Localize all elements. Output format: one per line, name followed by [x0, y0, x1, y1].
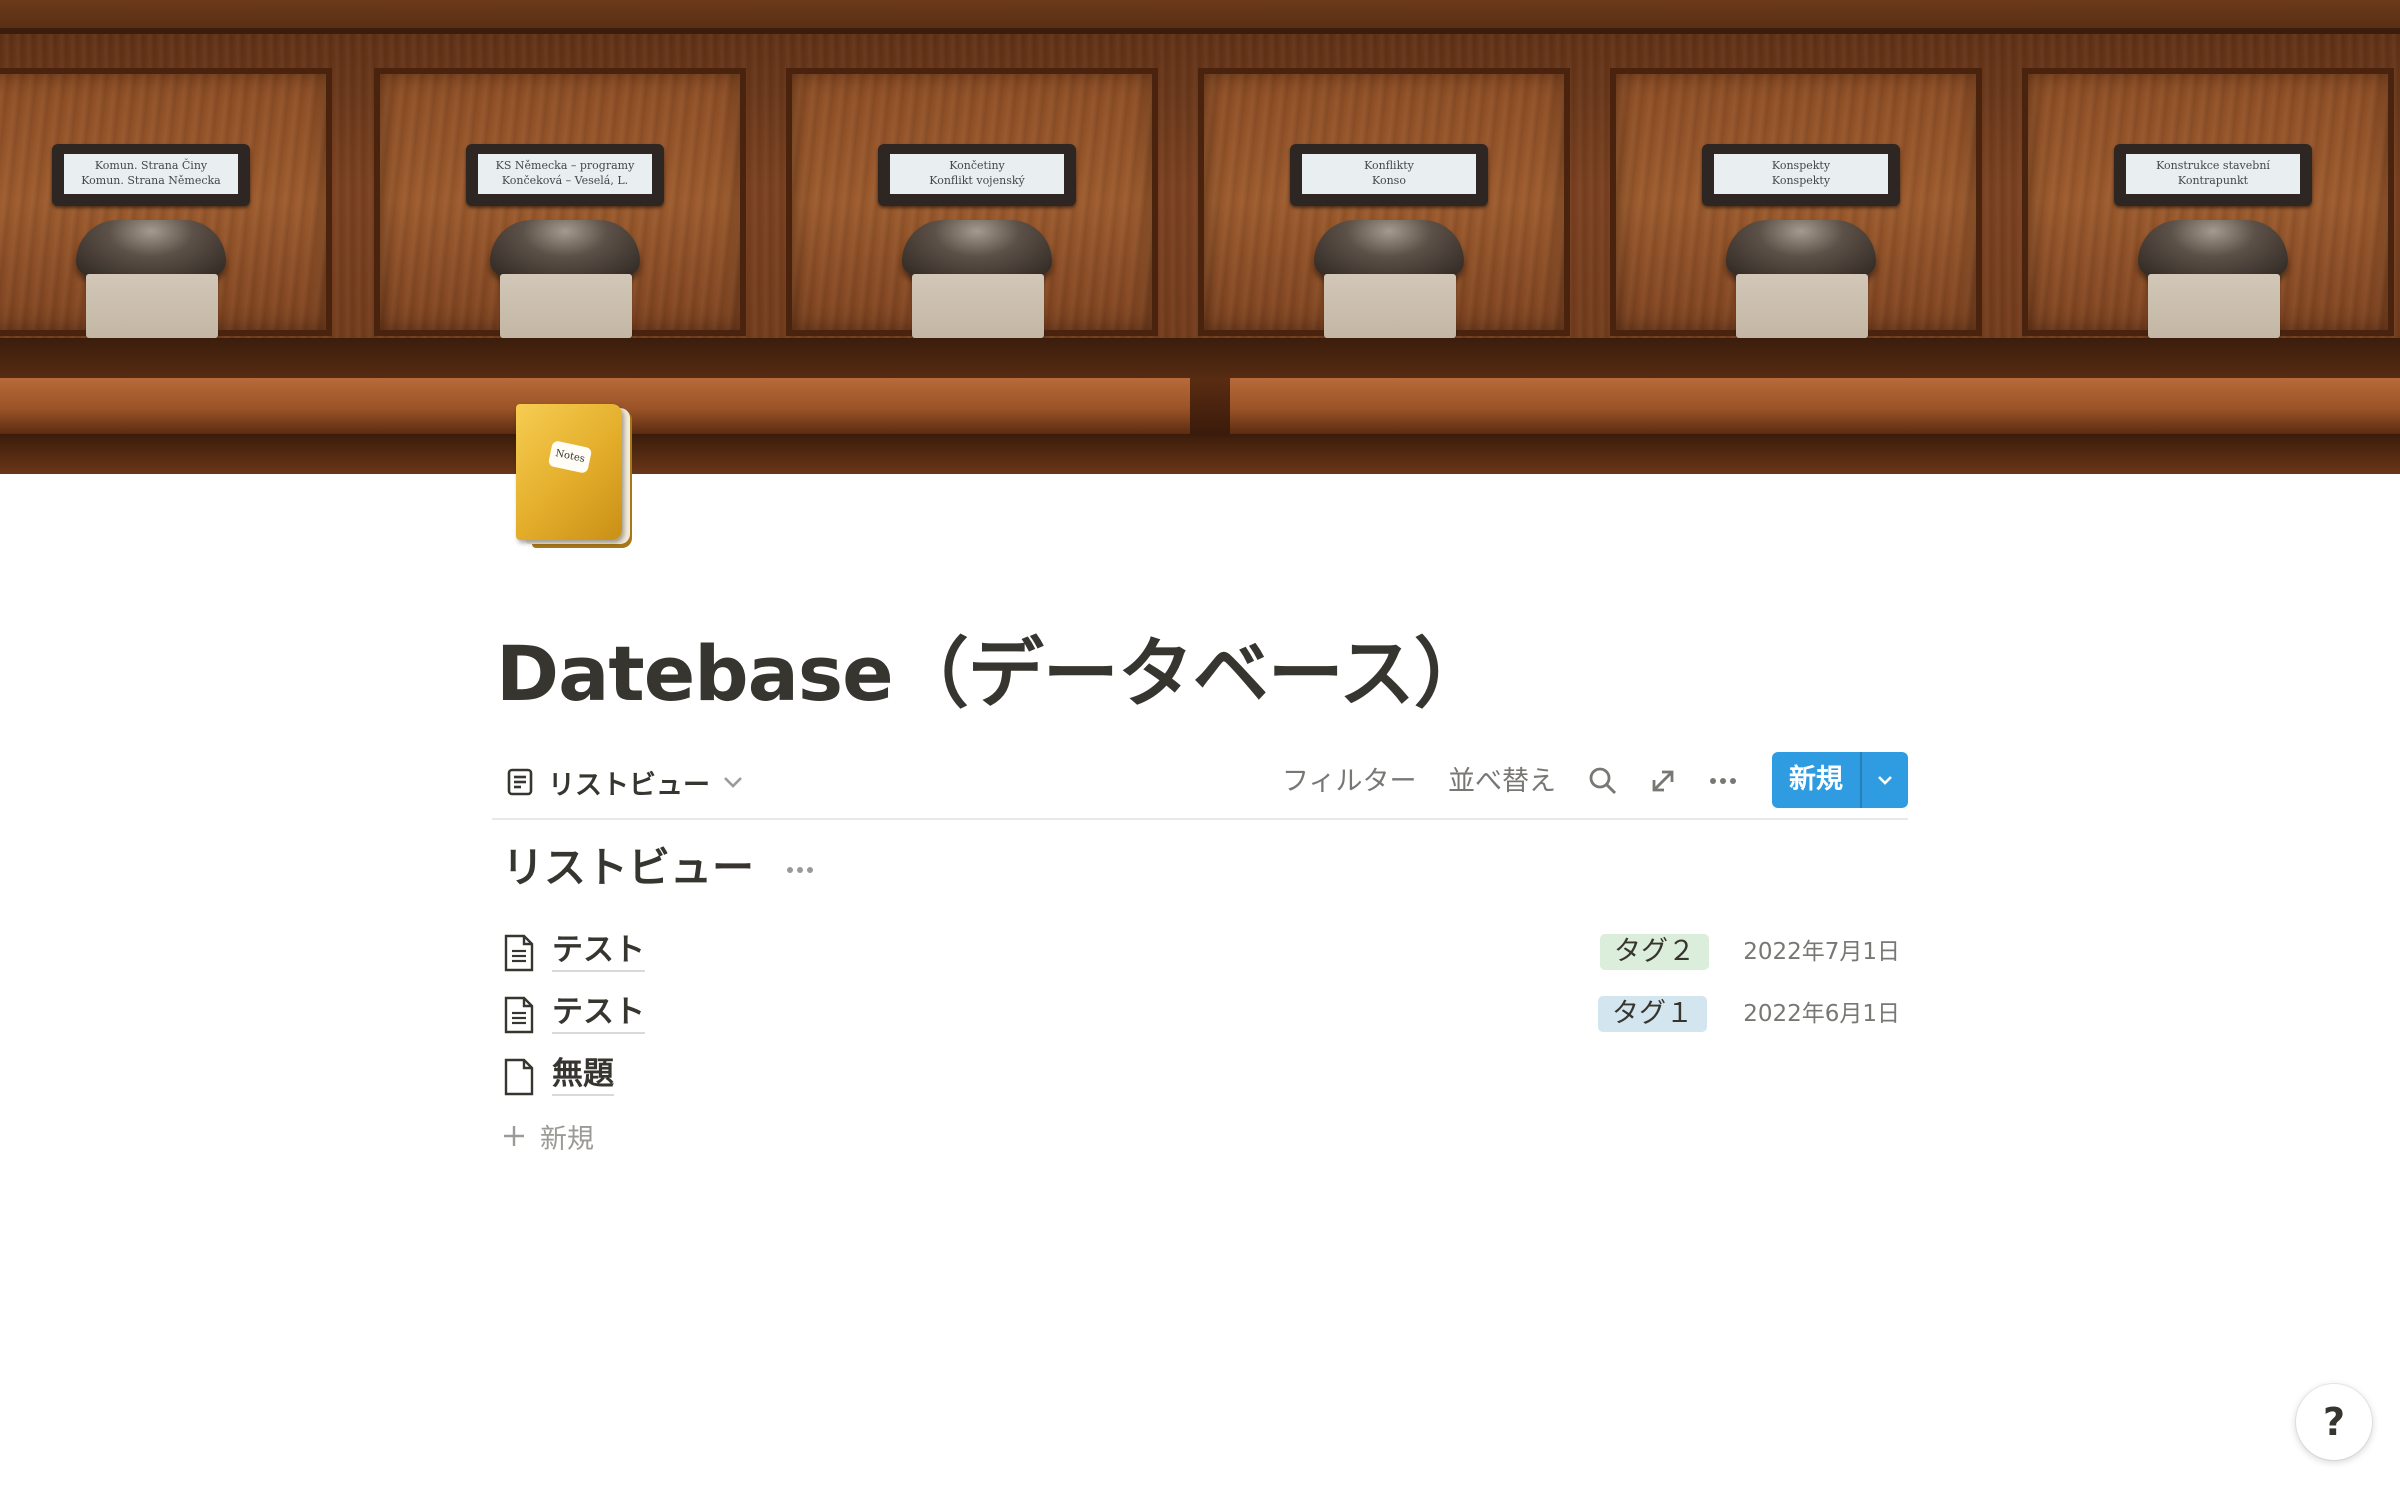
add-item-label: 新規 — [540, 1123, 594, 1155]
tag-badge: タグ１ — [1598, 996, 1707, 1032]
drawer-tag-paper — [912, 274, 1044, 338]
list-view-icon — [507, 768, 533, 796]
list-item[interactable]: テスト タグ２ 2022年7月1日 — [492, 922, 1908, 980]
drawer-label-line: Konflikty — [1364, 159, 1414, 172]
notebook-icon[interactable]: Notes — [516, 404, 636, 550]
cover-drawer: Konstrukce stavební Kontrapunkt — [2022, 68, 2394, 338]
chevron-down-icon — [724, 777, 742, 788]
page-title[interactable]: Datebase（データベース） — [496, 628, 1490, 720]
drawer-handle — [76, 220, 226, 276]
item-date: 2022年6月1日 — [1743, 1001, 1900, 1027]
document-icon — [504, 996, 534, 1034]
drawer-label-line: Kontrapunkt — [2177, 174, 2249, 187]
view-name: リストビュー — [548, 769, 710, 801]
blank-document-icon — [504, 1058, 534, 1096]
view-switcher[interactable]: リストビュー — [504, 762, 746, 802]
item-date: 2022年7月1日 — [1743, 939, 1900, 965]
database-toolbar: リストビュー フィルター 並べ替え 新規 — [492, 748, 1908, 820]
drawer-label-line: Konso — [1372, 174, 1406, 187]
drawer-tag-paper — [1324, 274, 1456, 338]
tag-badge: タグ２ — [1600, 934, 1709, 970]
drawer-handle — [1314, 220, 1464, 276]
cover-bottom — [0, 434, 2400, 474]
drawer-tag-paper — [86, 274, 218, 338]
drawer-handle — [490, 220, 640, 276]
item-title: テスト — [552, 930, 645, 972]
drawer-tag-paper — [500, 274, 632, 338]
chevron-down-icon — [1878, 776, 1892, 785]
drawer-tag-paper — [1736, 274, 1868, 338]
drawer-label-line: KS Německa – programy — [495, 159, 635, 172]
list-item[interactable]: テスト タグ１ 2022年6月1日 — [492, 984, 1908, 1042]
more-options-icon[interactable] — [782, 852, 818, 888]
new-button-group: 新規 — [1772, 752, 1908, 808]
list-view-title[interactable]: リストビュー — [502, 840, 754, 896]
drawer-label-line: Končetiny — [949, 159, 1005, 172]
drawer-handle — [2138, 220, 2288, 276]
list-item[interactable]: 無題 — [492, 1046, 1908, 1104]
drawer-label-line: Končeková – Veselá, L. — [501, 174, 629, 187]
drawer-handle — [1726, 220, 1876, 276]
expand-icon[interactable] — [1646, 764, 1680, 798]
drawer-label-line: Komun. Strana Německa — [81, 174, 221, 187]
filter-button[interactable]: フィルター — [1282, 762, 1416, 802]
drawer-label-line: Konflikt vojenský — [929, 174, 1025, 187]
sort-button[interactable]: 並べ替え — [1448, 762, 1556, 802]
cover-drawer: Komun. Strana Činy Komun. Strana Německa — [0, 68, 332, 338]
drawer-tag-paper — [2148, 274, 2280, 338]
cover-drawer: Konspekty Konspekty — [1610, 68, 1982, 338]
new-dropdown-button[interactable] — [1860, 752, 1908, 808]
document-icon — [504, 934, 534, 972]
help-button[interactable]: ? — [2296, 1384, 2372, 1460]
cover-drawer: Končetiny Konflikt vojenský — [786, 68, 1158, 338]
new-button[interactable]: 新規 — [1772, 752, 1860, 808]
more-options-icon[interactable] — [1706, 764, 1740, 798]
item-title: テスト — [552, 992, 645, 1034]
drawer-label-line: Komun. Strana Činy — [94, 159, 208, 172]
cover-shelf-shadow — [0, 338, 2400, 378]
cover-shelf — [0, 378, 2400, 434]
cover-drawer: Konflikty Konso — [1198, 68, 1570, 338]
drawer-handle — [902, 220, 1052, 276]
page-cover[interactable]: Komun. Strana Činy Komun. Strana Německa… — [0, 0, 2400, 474]
plus-icon — [504, 1126, 524, 1146]
drawer-label-line: Konstrukce stavební — [2156, 159, 2270, 172]
drawer-label-line: Konspekty — [1771, 174, 1831, 187]
cover-drawer: KS Německa – programy Končeková – Veselá… — [374, 68, 746, 338]
cover-top-strip — [0, 0, 2400, 34]
add-item-button[interactable]: 新規 — [500, 1114, 594, 1158]
drawer-label-line: Konspekty — [1771, 159, 1831, 172]
item-title: 無題 — [552, 1054, 614, 1096]
notebook-label: Notes — [547, 440, 593, 474]
search-icon[interactable] — [1586, 764, 1620, 798]
